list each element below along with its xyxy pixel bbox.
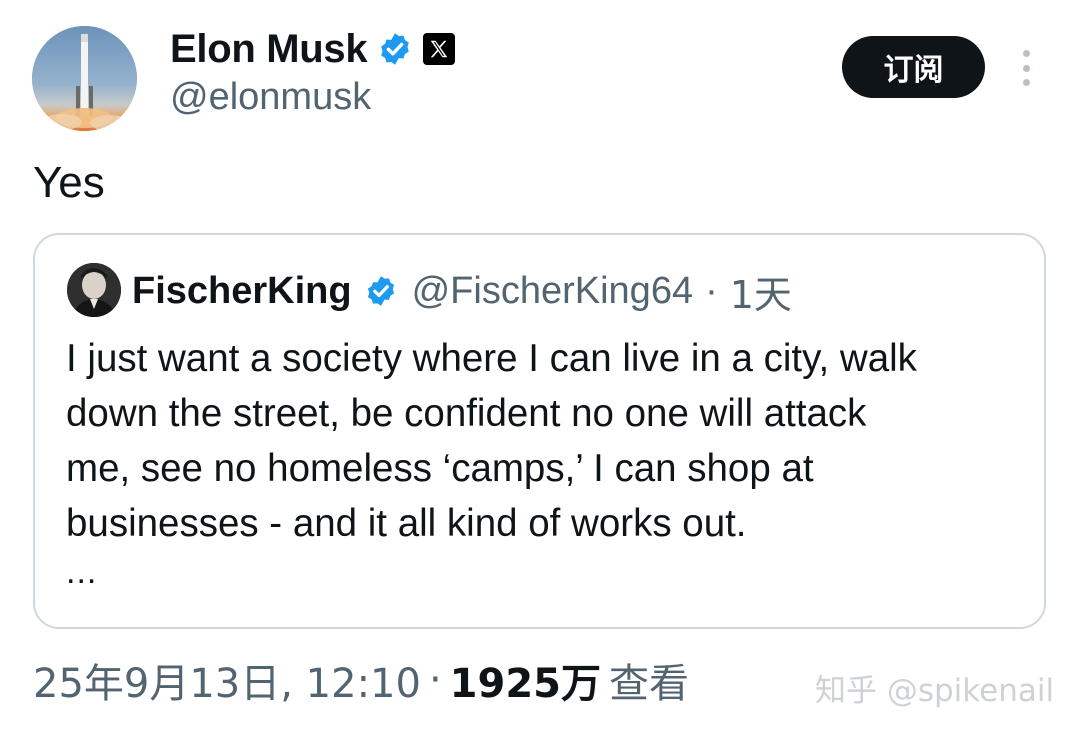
author-name-row: Elon Musk	[170, 24, 456, 74]
quoted-author-avatar[interactable]	[67, 263, 121, 317]
quoted-author-handle[interactable]: @FischerKing64	[412, 270, 693, 313]
rocket-launch-icon	[32, 26, 137, 131]
quoted-text-line: me, see no homeless ‘camps,’ I can shop …	[66, 447, 814, 490]
subscribe-button[interactable]: 订阅	[842, 36, 985, 98]
portrait-avatar-icon	[67, 263, 121, 317]
x-affiliation-icon[interactable]	[423, 33, 456, 65]
quoted-tweet-time[interactable]: 1天	[730, 264, 792, 319]
quoted-text-line: businesses - and it all kind of works ou…	[66, 502, 747, 545]
more-vertical-icon[interactable]	[1016, 50, 1036, 86]
quoted-text-ellipsis: ...	[66, 553, 98, 591]
quoted-text-line: down the street, be confident no one wil…	[66, 392, 867, 435]
quoted-tweet-card[interactable]: FischerKing @FischerKing64 · 1天 I just w…	[33, 233, 1046, 629]
tweet-meta: 25年9月13日, 12:10 · 1925万 查看	[33, 652, 689, 708]
author-display-name[interactable]: Elon Musk	[170, 27, 368, 72]
quoted-tweet-text: I just want a society where I can live i…	[66, 331, 1026, 551]
quoted-text-line: I just want a society where I can live i…	[66, 337, 917, 380]
quoted-tweet-header: FischerKing @FischerKing64 · 1天	[132, 265, 792, 317]
author-handle[interactable]: @elonmusk	[170, 76, 371, 119]
author-avatar[interactable]	[32, 26, 137, 131]
views-count: 1925万	[449, 661, 601, 707]
views-label: 查看	[609, 661, 689, 707]
dot-separator: ·	[705, 269, 718, 312]
quoted-author-name[interactable]: FischerKing	[132, 270, 352, 313]
verified-badge-icon[interactable]	[377, 31, 413, 67]
tweet-text: Yes	[33, 158, 105, 207]
dot-separator: ·	[428, 657, 442, 703]
tweet-timestamp[interactable]: 25年9月13日, 12:10	[33, 651, 421, 709]
watermark: 知乎 @spikenail	[815, 673, 1055, 709]
verified-badge-icon[interactable]	[364, 274, 398, 308]
